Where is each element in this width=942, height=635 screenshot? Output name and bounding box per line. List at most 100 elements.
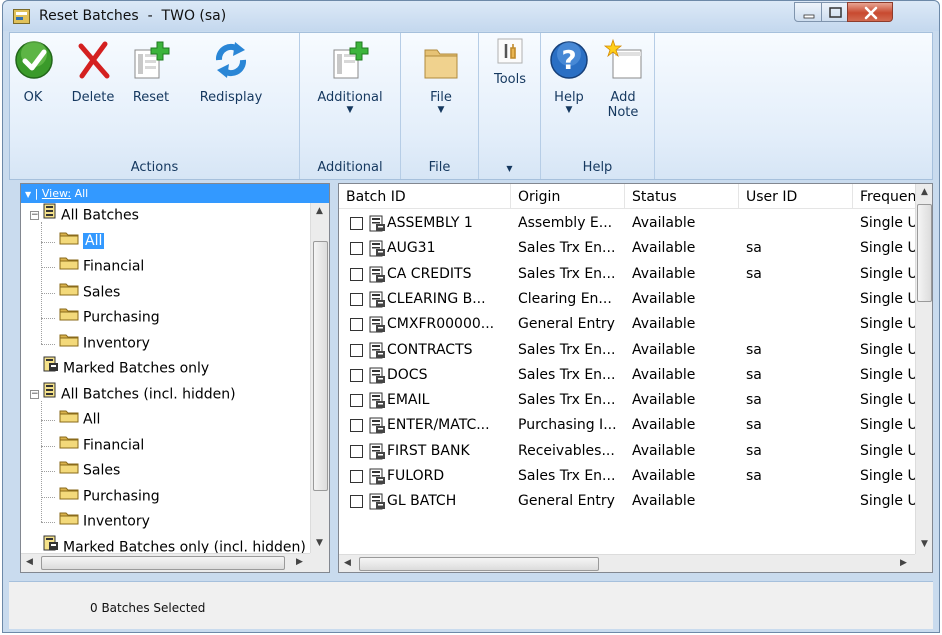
table-row[interactable]: FULORD Sales Trx En... Available sa Single U… bbox=[339, 464, 917, 489]
tree-node[interactable]: Sales bbox=[59, 458, 120, 483]
tree-node[interactable]: Financial bbox=[59, 254, 144, 279]
tools-button[interactable]: Tools bbox=[485, 38, 535, 87]
tree-node[interactable]: Purchasing bbox=[59, 484, 160, 509]
tree-horizontal-scroll-thumb[interactable] bbox=[41, 556, 285, 570]
collapse-toggle-icon[interactable]: − bbox=[30, 389, 39, 399]
reset-label: Reset bbox=[132, 90, 170, 105]
collapse-toggle-icon[interactable]: − bbox=[30, 211, 39, 220]
row-checkbox[interactable] bbox=[350, 394, 363, 408]
user-id-cell: sa bbox=[746, 265, 762, 282]
frequency-cell: Single Use bbox=[860, 366, 917, 383]
row-checkbox[interactable] bbox=[350, 419, 363, 433]
close-button[interactable] bbox=[847, 2, 893, 22]
row-checkbox[interactable] bbox=[350, 217, 363, 230]
file-button[interactable]: File ▼ bbox=[419, 38, 463, 115]
column-header[interactable]: Batch ID bbox=[339, 184, 511, 209]
tree-horizontal-scrollbar[interactable]: ◀ ▶ bbox=[21, 553, 310, 572]
ribbon-group-file: File ▼ File bbox=[401, 33, 479, 179]
batch-icon bbox=[369, 215, 386, 232]
table-row[interactable]: ENTER/MATC... Purchasing I... Available sa S… bbox=[339, 413, 917, 438]
grid-vertical-scrollbar[interactable]: ▲ ▼ bbox=[915, 184, 932, 554]
table-row[interactable]: CONTRACTS Sales Trx En... Available sa Singl… bbox=[339, 338, 917, 363]
grid-horizontal-scroll-thumb[interactable] bbox=[359, 557, 599, 571]
table-row[interactable]: CA CREDITS Sales Trx En... Available sa Sing… bbox=[339, 262, 917, 287]
scroll-left-icon[interactable]: ◀ bbox=[21, 554, 38, 571]
help-button[interactable]: ? Help ▼ bbox=[547, 38, 591, 115]
scroll-left-icon[interactable]: ◀ bbox=[339, 555, 356, 572]
scroll-down-icon[interactable]: ▼ bbox=[916, 536, 932, 553]
status-cell: Available bbox=[632, 265, 696, 282]
delete-button[interactable]: Delete bbox=[64, 38, 122, 105]
user-id-cell: sa bbox=[746, 442, 762, 459]
tree-connector bbox=[41, 292, 55, 294]
origin-cell: Sales Trx En... bbox=[518, 366, 616, 383]
column-header[interactable]: Status bbox=[625, 184, 739, 209]
tree-node[interactable]: All bbox=[59, 229, 105, 254]
scroll-down-icon[interactable]: ▼ bbox=[311, 535, 328, 552]
folder-icon bbox=[59, 254, 79, 279]
maximize-button[interactable] bbox=[821, 2, 848, 22]
batch-icon bbox=[369, 468, 386, 485]
scroll-right-icon[interactable]: ▶ bbox=[291, 554, 308, 571]
status-cell: Available bbox=[632, 392, 696, 409]
user-id-cell: sa bbox=[746, 468, 762, 484]
marked-batches-icon bbox=[43, 535, 59, 554]
tree-node[interactable]: Purchasing bbox=[59, 305, 160, 330]
row-checkbox[interactable] bbox=[350, 267, 363, 281]
grid-horizontal-scrollbar[interactable]: ◀ ▶ bbox=[339, 554, 915, 572]
tree-node[interactable]: − All Batches (incl. hidden) bbox=[30, 382, 236, 407]
folder-icon bbox=[59, 509, 79, 534]
table-row[interactable]: CMXFR00000... General Entry Available Singl… bbox=[339, 312, 917, 337]
batch-icon bbox=[369, 342, 386, 359]
redisplay-button[interactable]: Redisplay bbox=[190, 38, 272, 105]
tree-node[interactable]: Financial bbox=[59, 433, 144, 458]
view-selector[interactable]: ▼ | View: All bbox=[21, 184, 329, 203]
additional-button[interactable]: Additional ▼ bbox=[308, 38, 392, 115]
tree-node[interactable]: Sales bbox=[59, 280, 120, 305]
table-row[interactable]: EMAIL Sales Trx En... Available sa Single Us… bbox=[339, 388, 917, 413]
table-row[interactable]: AUG31 Sales Trx En... Available sa Single Us… bbox=[339, 236, 917, 261]
batch-icon bbox=[369, 392, 386, 409]
tree-vertical-scroll-thumb[interactable] bbox=[313, 241, 328, 491]
batch-icon bbox=[369, 240, 386, 257]
ok-button[interactable]: OK bbox=[14, 38, 53, 105]
tree-node[interactable]: Marked Batches only (incl. hidden) bbox=[30, 535, 306, 554]
table-row[interactable]: DOCS Sales Trx En... Available sa Single Use bbox=[339, 363, 917, 388]
table-row[interactable]: FIRST BANK Receivables... Available sa Singl… bbox=[339, 439, 917, 464]
row-checkbox[interactable] bbox=[350, 292, 363, 306]
row-checkbox[interactable] bbox=[350, 242, 363, 256]
row-checkbox[interactable] bbox=[350, 318, 363, 332]
column-header[interactable]: Frequency bbox=[853, 184, 917, 209]
reset-button[interactable]: Reset bbox=[126, 38, 176, 105]
tree-node[interactable]: Marked Batches only bbox=[30, 356, 209, 381]
user-id-cell bbox=[746, 287, 852, 312]
tree-node[interactable]: Inventory bbox=[59, 331, 150, 356]
row-checkbox[interactable] bbox=[350, 343, 363, 357]
tree-node-label: All Batches (incl. hidden) bbox=[61, 386, 236, 402]
row-checkbox[interactable] bbox=[350, 470, 363, 483]
scroll-right-icon[interactable]: ▶ bbox=[895, 555, 912, 572]
scroll-up-icon[interactable]: ▲ bbox=[311, 203, 328, 220]
column-header[interactable]: Origin bbox=[511, 184, 625, 209]
add-note-button[interactable]: Add Note bbox=[599, 38, 647, 120]
row-checkbox[interactable] bbox=[350, 368, 363, 382]
minimize-button[interactable] bbox=[794, 2, 822, 22]
frequency-cell: Single Use bbox=[860, 215, 917, 231]
tree-node[interactable]: − All Batches bbox=[30, 203, 139, 228]
tree-node-label: All bbox=[83, 411, 101, 428]
tree-node[interactable]: All bbox=[59, 407, 100, 432]
column-header[interactable]: User ID bbox=[739, 184, 853, 209]
row-checkbox[interactable] bbox=[350, 444, 363, 458]
table-row[interactable]: GL BATCH General Entry Available Single Use bbox=[339, 489, 917, 514]
row-checkbox[interactable] bbox=[350, 495, 363, 509]
tools-group-expander[interactable]: ▼ bbox=[479, 160, 540, 175]
tree-vertical-scrollbar[interactable]: ▲ ▼ bbox=[310, 203, 329, 553]
scroll-up-icon[interactable]: ▲ bbox=[916, 184, 932, 201]
tree-node[interactable]: Inventory bbox=[59, 509, 150, 534]
grid-vertical-scroll-thumb[interactable] bbox=[917, 204, 932, 302]
batch-id-cell: DOCS bbox=[387, 366, 428, 383]
tree-node-label: Sales bbox=[83, 462, 121, 479]
table-row[interactable]: ASSEMBLY 1 Assembly E... Available Single U… bbox=[339, 211, 917, 236]
scroll-corner bbox=[310, 553, 329, 572]
table-row[interactable]: CLEARING B... Clearing En... Available Sing… bbox=[339, 287, 917, 312]
